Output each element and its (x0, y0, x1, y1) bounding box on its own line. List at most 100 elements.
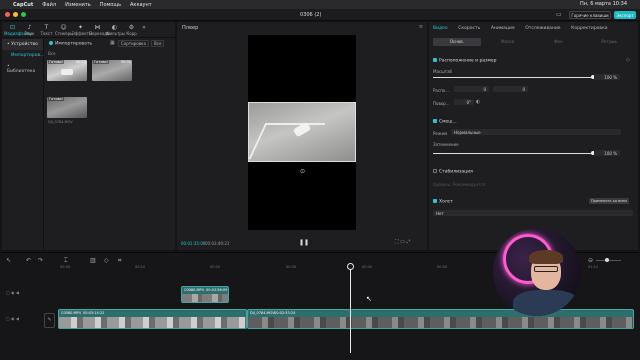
zoom-knob[interactable] (605, 258, 609, 262)
clip-status: Готово! (93, 60, 110, 64)
checkbox-on[interactable] (433, 199, 437, 203)
player-menu-icon[interactable]: ≡ (419, 24, 423, 30)
ruler-tick: 01:10 (588, 265, 599, 269)
tool-stickers[interactable]: ☺ Стикеры (55, 23, 73, 36)
section-canvas[interactable]: Холст (433, 199, 453, 205)
transitions-icon: ⋈ (94, 24, 101, 31)
sidebar-item-device[interactable]: • Устройство (2, 39, 43, 50)
media-clip[interactable]: Готово! 00:01 (92, 60, 132, 81)
tab-tracking[interactable]: Отслеживание (525, 26, 560, 31)
overlay-clip[interactable]: C0080.MP4 00:03:56:09 (181, 286, 229, 303)
playhead-handle[interactable] (347, 263, 354, 270)
menu-item-account[interactable]: Аккаунт (130, 2, 152, 8)
subtab-mask[interactable]: Маска (484, 38, 532, 46)
clip-duration: 00:14 (75, 60, 86, 64)
tool-effects[interactable]: ✦ Эффекты (72, 23, 92, 36)
freeze-icon[interactable]: ◇ (104, 257, 109, 264)
shortcuts-button[interactable]: Горячие клавиши (569, 11, 611, 19)
split-icon[interactable]: ⌶ (64, 257, 68, 265)
webcam-overlay (493, 228, 581, 316)
menu-item-help[interactable]: Помощь (100, 2, 121, 8)
media-sidebar: • Устройство Импортиров... • Библиотека (2, 39, 44, 250)
player-title: Плеер (182, 25, 199, 31)
close-window-icon[interactable] (5, 12, 10, 17)
video-frame[interactable] (248, 102, 356, 162)
section-stabilization[interactable]: Стабилизация (433, 169, 473, 175)
sidebar-item-library[interactable]: • Библиотека (2, 61, 43, 77)
export-button[interactable]: Экспорт (614, 11, 636, 19)
subtab-background[interactable]: Фон (535, 38, 583, 46)
apply-all-button[interactable]: Применить ко всем (589, 198, 629, 204)
checkbox-on[interactable] (433, 119, 437, 123)
tool-media[interactable]: ⊡ Медиафайлы (4, 23, 32, 36)
subtabs: Основ. Маска Фон Ретушь (433, 38, 633, 46)
checkbox-off[interactable] (433, 169, 437, 173)
rotate-field[interactable]: 0° (454, 99, 474, 105)
zoom-window-icon[interactable] (21, 12, 26, 17)
play-button[interactable]: ❚❚ (299, 239, 309, 246)
reset-position-icon[interactable]: ⊙ (300, 168, 305, 175)
layout-icon[interactable]: ▭ (556, 11, 562, 18)
zoom-out-icon[interactable]: ⊖ (588, 257, 593, 264)
delete-icon[interactable]: ▥ (90, 257, 96, 264)
redo-icon[interactable]: ↷ (38, 257, 43, 264)
more-tools-icon[interactable]: » (140, 23, 148, 36)
subtab-basic[interactable]: Основ. (433, 38, 481, 46)
cover-button[interactable]: ✎ (44, 313, 55, 328)
subtab-retouch[interactable]: Ретушь (585, 38, 633, 46)
tool-filters[interactable]: ◐ Фильтры (106, 23, 125, 36)
project-title: 0306 (2) (300, 12, 322, 18)
person-hair (529, 250, 563, 264)
scale-value[interactable]: 100 % (594, 74, 620, 80)
zoom-slider[interactable] (596, 258, 621, 262)
ruler-tick: 00:40 (362, 265, 373, 269)
minimize-window-icon[interactable] (13, 12, 18, 17)
flip-icon[interactable]: ◐ (476, 99, 480, 105)
scale-slider[interactable] (433, 75, 595, 79)
fullscreen-controls[interactable]: ⛶ ▭ ⤢ (395, 239, 410, 245)
tool-label: Текст (40, 31, 53, 36)
main-track-controls[interactable]: ▢ ◉ ◀ (6, 316, 19, 321)
overlay-track-controls[interactable]: ▢ ◉ ◀ (6, 290, 19, 295)
section-label: Стабилизация (439, 169, 473, 175)
position-x-field[interactable]: 0 (454, 86, 489, 92)
playhead[interactable] (350, 263, 351, 353)
tab-adjust[interactable]: Корректировка (571, 26, 607, 31)
filter-all-button[interactable]: Все (151, 40, 165, 47)
sort-button[interactable]: Сортировка (118, 40, 149, 47)
mouse-cursor-icon: ↖ (366, 295, 372, 303)
menu-item-edit[interactable]: Изменить (65, 2, 91, 8)
keyframe-icon[interactable]: ◇ (626, 57, 630, 63)
menu-item-capcut[interactable]: CapCut (13, 2, 33, 8)
media-clip[interactable]: Готово! 00:14 (47, 60, 87, 81)
tab-video[interactable]: Видео (433, 26, 448, 31)
tool-audio[interactable]: ♪ Звук (21, 23, 38, 36)
time-current: 00:01:35:06 (181, 241, 206, 246)
tool-adjust[interactable]: ⚙ Корр (123, 23, 140, 36)
section-transform[interactable]: Расположение и размер (433, 58, 497, 64)
media-clip[interactable]: Готово! (47, 97, 87, 118)
main-clip[interactable]: C0080.MP4 00:03:14:22 (58, 309, 247, 329)
clip-thumbnails (182, 294, 228, 302)
tab-animation[interactable]: Анимация (491, 26, 515, 31)
sidebar-item-imported[interactable]: Импортиров... (2, 50, 44, 61)
import-button[interactable]: Импортировать (49, 41, 92, 47)
opacity-slider[interactable] (433, 151, 595, 155)
tool-text[interactable]: T Текст (38, 23, 55, 36)
clip-name: C0080.MP4 (184, 288, 204, 292)
clip-status: Готово! (48, 97, 65, 101)
position-y-field[interactable]: 0 (493, 86, 528, 92)
grid-view-icon[interactable]: ▦ (110, 40, 115, 46)
select-tool-icon[interactable]: ↖ (6, 257, 11, 264)
crop-icon[interactable]: ⌗ (118, 257, 121, 265)
section-blend[interactable]: Смеш... (433, 119, 457, 125)
tab-speed[interactable]: Скорость (458, 26, 480, 31)
section-label: Холст (439, 199, 453, 205)
undo-icon[interactable]: ↶ (26, 257, 31, 264)
checkbox-on[interactable] (433, 58, 437, 62)
blend-mode-select[interactable]: Нормальные (451, 129, 621, 135)
menu-item-file[interactable]: Файл (42, 2, 56, 8)
canvas-select[interactable]: Нет (433, 210, 633, 216)
tool-transitions[interactable]: ⋈ Переходы (89, 23, 110, 36)
opacity-value[interactable]: 100 % (594, 150, 620, 156)
